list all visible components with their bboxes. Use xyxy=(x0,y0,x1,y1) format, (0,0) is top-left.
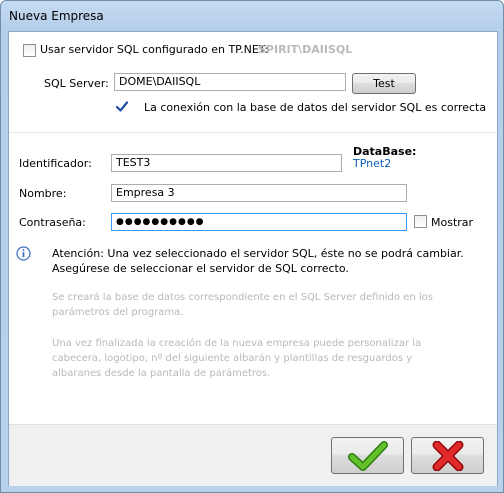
test-button[interactable]: Test xyxy=(352,73,416,94)
checkmark-icon xyxy=(115,100,129,114)
configured-server-name: SPIRIT\DAIISQL xyxy=(258,43,353,56)
red-x-icon xyxy=(432,440,464,474)
ok-button[interactable] xyxy=(331,437,404,474)
title-bar[interactable]: Nueva Empresa xyxy=(1,1,503,31)
mostrar-checkbox[interactable] xyxy=(414,215,427,228)
note-database-creation: Se creará la base de datos correspondien… xyxy=(52,292,433,318)
identificador-label: Identificador: xyxy=(19,157,92,170)
nombre-label: Nombre: xyxy=(19,187,67,200)
mostrar-label: Mostrar xyxy=(431,216,474,229)
info-icon xyxy=(16,246,31,261)
button-panel xyxy=(9,424,497,486)
use-configured-server-checkbox[interactable] xyxy=(23,44,36,57)
sql-server-label: SQL Server: xyxy=(44,77,109,90)
dialog-window: Nueva Empresa Usar servidor SQL configur… xyxy=(0,0,504,493)
green-check-icon xyxy=(348,441,388,474)
identificador-input[interactable]: TEST3 xyxy=(111,154,342,172)
dialog-content: Usar servidor SQL configurado en TP.NET:… xyxy=(8,31,498,486)
sql-server-input[interactable]: DOME\DAIISQL xyxy=(114,73,346,91)
connection-status-text: La conexión con la base de datos del ser… xyxy=(144,101,487,114)
password-label: Contraseña: xyxy=(19,216,86,229)
cancel-button[interactable] xyxy=(411,437,484,474)
window-title: Nueva Empresa xyxy=(9,9,104,23)
database-value: TPnet2 xyxy=(353,157,392,170)
use-configured-server-label: Usar servidor SQL configurado en TP.NET: xyxy=(40,43,268,56)
password-input[interactable]: ●●●●●●●●●● xyxy=(111,213,407,231)
attention-text: Atención: Una vez seleccionado el servid… xyxy=(52,247,464,275)
nombre-input[interactable]: Empresa 3 xyxy=(111,184,407,202)
divider xyxy=(9,132,497,133)
note-customization: Una vez finalizada la creación de la nue… xyxy=(52,338,422,379)
